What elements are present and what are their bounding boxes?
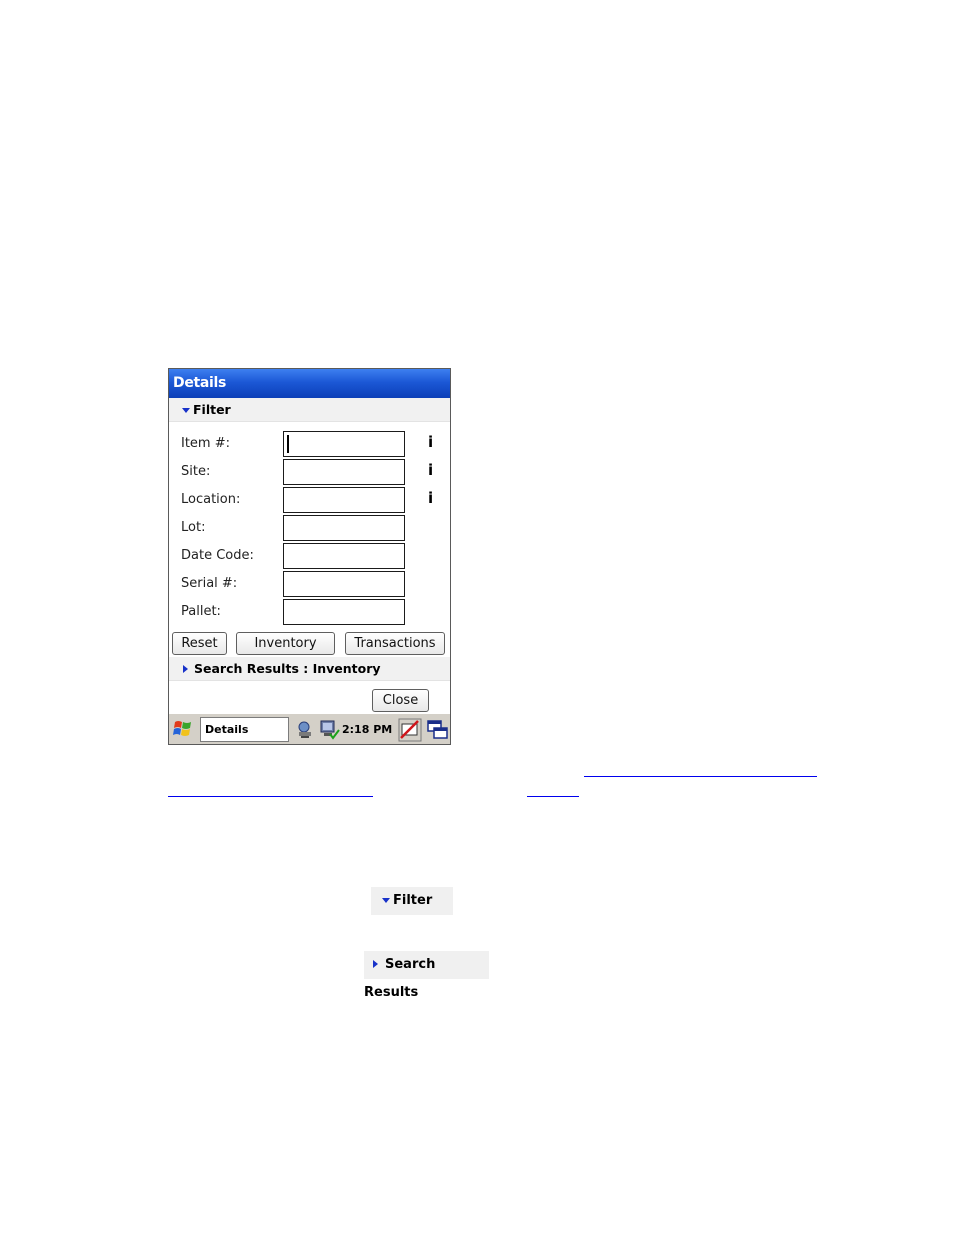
pallet-label: Pallet:	[181, 604, 221, 619]
date-code-row: Date Code:	[169, 543, 450, 569]
expand-triangle-icon	[373, 960, 378, 968]
search-results-header-label: Search Results : Inventory	[194, 661, 381, 676]
filter-header-snippet: Filter	[371, 887, 453, 915]
site-row: Site: i	[169, 459, 450, 485]
taskbar-active-app[interactable]: Details	[200, 717, 289, 742]
date-code-label: Date Code:	[181, 548, 254, 563]
close-button[interactable]: Close	[372, 689, 429, 712]
search-results-section-header[interactable]: Search Results : Inventory	[169, 657, 450, 681]
site-lookup-info-icon[interactable]: i	[428, 461, 433, 479]
reset-button[interactable]: Reset	[172, 632, 227, 655]
collapse-triangle-icon	[182, 407, 190, 413]
location-lookup-info-icon[interactable]: i	[428, 489, 433, 507]
serial-number-label: Serial #:	[181, 576, 238, 591]
hyperlink-underline[interactable]	[168, 796, 373, 797]
serial-number-row: Serial #:	[169, 571, 450, 597]
location-input[interactable]	[283, 487, 405, 513]
date-code-input[interactable]	[283, 543, 405, 569]
sync-status-icon[interactable]	[318, 719, 340, 741]
filter-snippet-label: Filter	[393, 893, 433, 908]
expand-triangle-icon	[183, 665, 188, 673]
inventory-button[interactable]: Inventory	[236, 632, 335, 655]
collapse-triangle-icon	[382, 897, 390, 903]
taskbar: Details 2:18 PM	[169, 713, 450, 744]
location-label: Location:	[181, 492, 241, 507]
filter-section-header[interactable]: Filter	[169, 398, 450, 422]
item-number-row: Item #: i	[169, 431, 450, 457]
hyperlink-underline[interactable]	[584, 776, 817, 777]
device-screen: Details Filter Item #: i Site: i Locatio…	[168, 368, 451, 745]
pallet-row: Pallet:	[169, 599, 450, 625]
hyperlink-underline[interactable]	[527, 796, 579, 797]
transactions-button[interactable]: Transactions	[345, 632, 445, 655]
windows-start-icon[interactable]	[172, 718, 194, 740]
network-icon[interactable]	[296, 720, 316, 740]
site-input[interactable]	[283, 459, 405, 485]
lot-input[interactable]	[283, 515, 405, 541]
serial-number-input[interactable]	[283, 571, 405, 597]
site-label: Site:	[181, 464, 211, 479]
item-lookup-info-icon[interactable]: i	[428, 433, 433, 451]
location-row: Location: i	[169, 487, 450, 513]
clock-time[interactable]: 2:18 PM	[342, 723, 392, 736]
lot-row: Lot:	[169, 515, 450, 541]
lot-label: Lot:	[181, 520, 206, 535]
input-panel-icon[interactable]	[398, 718, 422, 742]
item-number-label: Item #:	[181, 436, 230, 451]
item-number-input[interactable]	[283, 431, 405, 457]
pallet-input[interactable]	[283, 599, 405, 625]
text-caret	[287, 435, 289, 453]
windows-switcher-icon[interactable]	[426, 718, 450, 742]
filter-header-label: Filter	[193, 402, 231, 417]
search-results-header-snippet: Search Results	[364, 951, 489, 1000]
window-title: Details	[169, 369, 450, 398]
